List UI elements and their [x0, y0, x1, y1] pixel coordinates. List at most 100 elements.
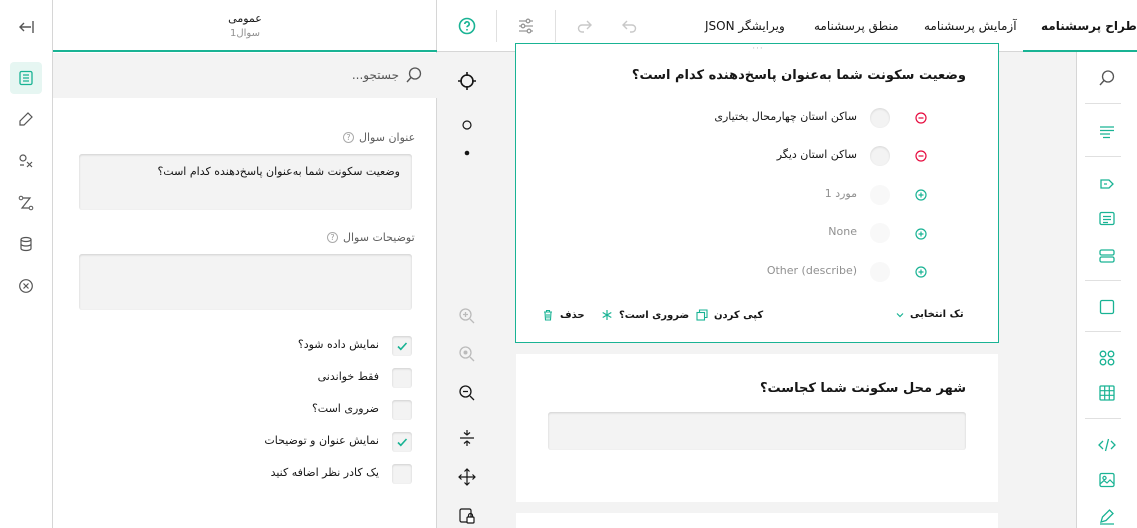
toolbox-search-button[interactable] — [1094, 65, 1120, 91]
redo-icon — [577, 20, 592, 33]
checkbox-label: یک کادر نظر اضافه کنید — [270, 466, 379, 479]
property-search-input[interactable] — [99, 65, 399, 85]
add-choice-icon[interactable] — [915, 189, 927, 201]
toolbar-separator — [555, 10, 556, 42]
comment-box-checkbox[interactable] — [392, 464, 412, 484]
tag-icon — [1100, 179, 1114, 189]
choice-text[interactable]: Other (describe) — [767, 264, 857, 277]
choice-radio[interactable] — [870, 108, 890, 128]
add-choice-icon[interactable] — [915, 228, 927, 240]
question-type-dropdown[interactable]: تک انتخابی — [896, 309, 964, 320]
arrow-left-bar-icon — [19, 21, 34, 33]
undo-button[interactable] — [614, 10, 644, 42]
redo-button[interactable] — [570, 10, 600, 42]
question-title-value: وضعیت سکونت شما به‌عنوان پاسخ‌دهنده کدام… — [157, 165, 400, 178]
question-title[interactable]: وضعیت سکونت شما به‌عنوان پاسخ‌دهنده کدام… — [632, 68, 966, 83]
checkbox-label: نمایش عنوان و توضیحات — [264, 434, 379, 447]
chevron-down-icon — [896, 312, 904, 317]
dot-tool-button[interactable] — [450, 139, 484, 167]
remove-choice-icon[interactable] — [915, 112, 927, 124]
move-tool-button[interactable] — [450, 463, 484, 491]
circle-icon — [462, 120, 472, 130]
zoom-reset-button[interactable] — [450, 340, 484, 368]
tab-layout[interactable] — [10, 187, 42, 219]
question-card-selected[interactable]: ··· وضعیت سکونت شما به‌عنوان پاسخ‌دهنده … — [515, 43, 999, 343]
zoom-in-button[interactable] — [450, 302, 484, 330]
copy-icon — [696, 309, 708, 321]
readonly-checkbox[interactable] — [392, 368, 412, 388]
toolbox-item-panel[interactable] — [1094, 294, 1120, 320]
tab-general[interactable] — [10, 62, 42, 94]
settings-button[interactable] — [511, 10, 541, 42]
stack-icon — [1099, 249, 1115, 263]
question-description-input[interactable] — [79, 254, 412, 310]
crosshair-icon — [458, 72, 476, 90]
visible-checkbox[interactable] — [392, 336, 412, 356]
choice-text[interactable]: ساکن استان دیگر — [777, 148, 857, 161]
table-icon — [1099, 385, 1115, 401]
flow-icon — [18, 195, 34, 211]
question-toolbox — [1076, 52, 1137, 528]
help-icon — [458, 17, 476, 35]
grid-circles-icon — [1099, 350, 1115, 366]
required-checkbox[interactable] — [392, 400, 412, 420]
square-icon — [1099, 299, 1115, 315]
collapse-icon — [460, 430, 474, 446]
check-icon — [397, 438, 408, 447]
select-tool-button[interactable] — [450, 67, 484, 95]
tab-validation[interactable] — [10, 270, 42, 302]
lock-tool-button[interactable] — [450, 502, 484, 528]
property-panel: عمومی سوال1 عنوان سوال ? وضعیت سکونت شما… — [53, 0, 437, 528]
toolbox-item-matrix[interactable] — [1094, 380, 1120, 406]
property-panel-subtitle: سوال1 — [230, 28, 260, 39]
help-icon[interactable]: ? — [327, 232, 338, 243]
toolbox-item-signaturepad[interactable] — [1094, 503, 1120, 528]
toolbox-item-dropdown[interactable] — [1094, 243, 1120, 269]
dot-icon — [464, 150, 470, 156]
toolbox-item-text[interactable] — [1094, 119, 1120, 145]
delete-button[interactable]: حذف — [542, 309, 585, 321]
code-icon — [1098, 438, 1116, 452]
choice-radio — [870, 185, 890, 205]
question-title[interactable]: شهر محل سکونت شما کجاست؟ — [760, 381, 966, 396]
tab-logic[interactable] — [10, 103, 42, 135]
question-description-label-text: توضیحات سوال — [343, 231, 415, 244]
settings-icon — [519, 18, 533, 34]
toolbox-item-radiogroup[interactable] — [1094, 171, 1120, 197]
pen-icon — [1100, 509, 1114, 525]
toolbox-item-comment[interactable] — [1094, 206, 1120, 232]
zoom-out-button[interactable] — [450, 379, 484, 407]
remove-choice-icon[interactable] — [915, 150, 927, 162]
question-card[interactable] — [516, 513, 998, 528]
zoom-in-icon — [459, 308, 475, 324]
toolbox-item-html[interactable] — [1094, 432, 1120, 458]
tab-choices[interactable] — [10, 145, 42, 177]
question-description-label: توضیحات سوال ? — [327, 231, 415, 244]
question-card[interactable]: شهر محل سکونت شما کجاست؟ — [516, 354, 998, 502]
choice-text[interactable]: ساکن استان چهارمحال بختیاری — [714, 110, 857, 123]
choice-radio[interactable] — [870, 146, 890, 166]
duplicate-button[interactable]: کپی کردن — [696, 309, 763, 321]
toolbox-item-image[interactable] — [1094, 467, 1120, 493]
help-icon[interactable]: ? — [343, 132, 354, 143]
add-choice-icon[interactable] — [915, 266, 927, 278]
choices-icon — [19, 154, 33, 168]
property-search — [53, 53, 437, 98]
tab-data[interactable] — [10, 228, 42, 260]
choice-text[interactable]: None — [828, 225, 857, 238]
edit-icon — [19, 112, 33, 126]
question-title-input[interactable]: وضعیت سکونت شما به‌عنوان پاسخ‌دهنده کدام… — [79, 154, 412, 210]
help-button[interactable] — [452, 10, 482, 42]
question-title-label: عنوان سوال ? — [343, 131, 415, 144]
toolbox-item-imagepicker[interactable] — [1094, 345, 1120, 371]
required-toggle[interactable]: ضروری است؟ — [601, 309, 689, 321]
drag-handle-icon[interactable]: ··· — [752, 45, 764, 54]
circle-tool-button[interactable] — [450, 111, 484, 139]
tab-survey-designer[interactable]: طراح پرسشنامه — [1023, 0, 1137, 52]
toolbox-divider — [1085, 103, 1121, 104]
collapse-panel-button[interactable] — [10, 11, 42, 43]
collapse-all-button[interactable] — [450, 424, 484, 452]
choice-text[interactable]: مورد 1 — [825, 187, 857, 200]
question-text-input — [548, 412, 966, 450]
show-title-checkbox[interactable] — [392, 432, 412, 452]
